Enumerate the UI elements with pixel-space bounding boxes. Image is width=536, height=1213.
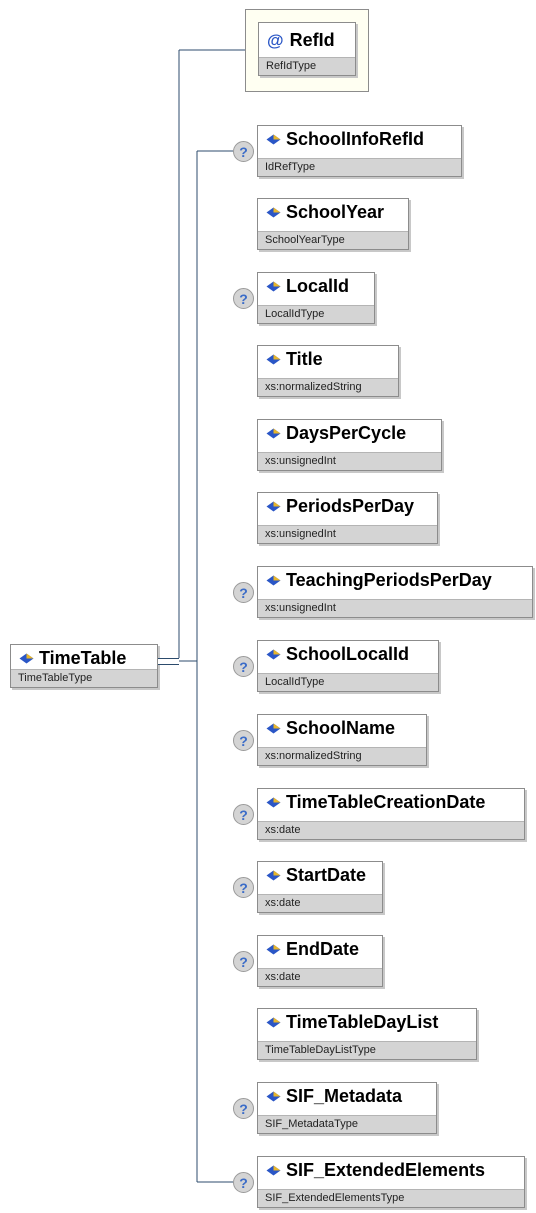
element-type: SIF_ExtendedElementsType — [258, 1189, 524, 1207]
element-box-startdate[interactable]: StartDate xs:date — [257, 861, 383, 913]
root-element-box[interactable]: TimeTable TimeTableType — [10, 644, 158, 688]
element-box-enddate[interactable]: EndDate xs:date — [257, 935, 383, 987]
element-box-sif-extendedelements[interactable]: SIF_ExtendedElements SIF_ExtendedElements… — [257, 1156, 525, 1208]
element-box-schoolyear[interactable]: SchoolYear SchoolYearType — [257, 198, 409, 250]
element-box-timetablecreationdate[interactable]: TimeTableCreationDate xs:date — [257, 788, 525, 840]
element-box-teachingperiodsperday[interactable]: TeachingPeriodsPerDay xs:unsignedInt — [257, 566, 533, 618]
element-icon — [266, 649, 281, 659]
element-type: xs:normalizedString — [258, 747, 426, 765]
optional-icon: ? — [233, 877, 254, 898]
element-name: SchoolInfoRefId — [286, 128, 424, 149]
element-icon — [266, 723, 281, 733]
optional-icon: ? — [233, 730, 254, 751]
optional-icon: ? — [233, 656, 254, 677]
optional-icon: ? — [233, 1098, 254, 1119]
element-name: SchoolYear — [286, 201, 385, 222]
optional-icon: ? — [233, 582, 254, 603]
element-name: SchoolLocalId — [286, 643, 410, 664]
element-type: xs:unsignedInt — [258, 452, 441, 470]
element-icon — [266, 134, 281, 144]
optional-icon: ? — [233, 141, 254, 162]
root-element-type: TimeTableType — [11, 669, 157, 687]
element-name: SchoolName — [286, 717, 396, 738]
attribute-type: RefIdType — [259, 57, 355, 75]
element-type: IdRefType — [258, 158, 461, 176]
element-box-schoolname[interactable]: SchoolName xs:normalizedString — [257, 714, 427, 766]
element-icon — [266, 797, 281, 807]
element-icon — [266, 1165, 281, 1175]
element-box-localid[interactable]: LocalId LocalIdType — [257, 272, 375, 324]
element-name: StartDate — [286, 864, 367, 885]
element-name: SIF_ExtendedElements — [286, 1159, 486, 1180]
element-name: SIF_Metadata — [286, 1085, 403, 1106]
element-type: LocalIdType — [258, 305, 374, 323]
optional-icon: ? — [233, 804, 254, 825]
element-type: SIF_MetadataType — [258, 1115, 436, 1133]
element-name: LocalId — [286, 275, 350, 296]
optional-icon: ? — [233, 1172, 254, 1193]
element-icon — [266, 575, 281, 585]
optional-icon: ? — [233, 951, 254, 972]
sequence-compositor — [158, 658, 179, 665]
attribute-name: RefId — [289, 29, 335, 50]
element-box-periodsperday[interactable]: PeriodsPerDay xs:unsignedInt — [257, 492, 438, 544]
element-icon — [266, 870, 281, 880]
element-icon — [266, 1091, 281, 1101]
element-type: xs:unsignedInt — [258, 599, 532, 617]
element-name: TimeTableCreationDate — [286, 791, 486, 812]
element-icon — [266, 281, 281, 291]
element-type: xs:unsignedInt — [258, 525, 437, 543]
element-icon — [266, 1017, 281, 1027]
attribute-icon: @ — [267, 30, 284, 50]
element-type: xs:normalizedString — [258, 378, 398, 396]
element-name: TeachingPeriodsPerDay — [286, 569, 492, 590]
element-type: LocalIdType — [258, 673, 438, 691]
element-icon — [266, 944, 281, 954]
element-name: TimeTableDayList — [286, 1011, 439, 1032]
element-type: xs:date — [258, 821, 524, 839]
element-box-timetabledaylist[interactable]: TimeTableDayList TimeTableDayListType — [257, 1008, 477, 1060]
element-type: xs:date — [258, 968, 382, 986]
element-box-sif-metadata[interactable]: SIF_Metadata SIF_MetadataType — [257, 1082, 437, 1134]
element-type: SchoolYearType — [258, 231, 408, 249]
element-box-dayspercycle[interactable]: DaysPerCycle xs:unsignedInt — [257, 419, 442, 471]
element-icon — [266, 501, 281, 511]
element-box-title[interactable]: Title xs:normalizedString — [257, 345, 399, 397]
optional-icon: ? — [233, 288, 254, 309]
attribute-refid-box[interactable]: @ RefId RefIdType — [258, 22, 356, 76]
element-icon — [266, 428, 281, 438]
element-box-schoollocalid[interactable]: SchoolLocalId LocalIdType — [257, 640, 439, 692]
element-box-schoolinforefid[interactable]: SchoolInfoRefId IdRefType — [257, 125, 462, 177]
element-name: DaysPerCycle — [286, 422, 407, 443]
element-type: xs:date — [258, 894, 382, 912]
element-name: Title — [286, 348, 323, 369]
element-icon — [266, 354, 281, 364]
root-element-name: TimeTable — [39, 647, 127, 668]
attributes-group: @ RefId RefIdType — [245, 9, 369, 92]
element-type: TimeTableDayListType — [258, 1041, 476, 1059]
element-name: PeriodsPerDay — [286, 495, 415, 516]
element-icon — [19, 653, 34, 663]
element-name: EndDate — [286, 938, 360, 959]
element-icon — [266, 207, 281, 217]
